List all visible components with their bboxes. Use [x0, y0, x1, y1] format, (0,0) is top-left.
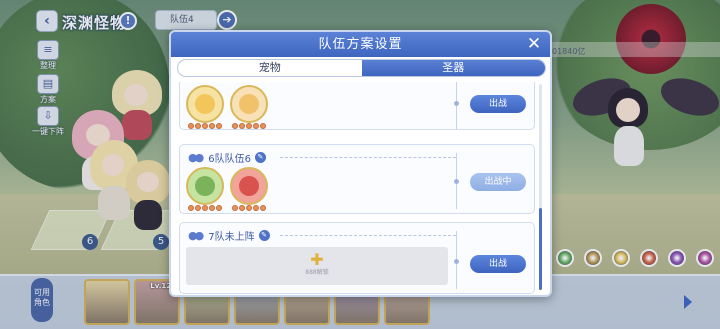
- team-card: ●● 7队未上阵 ✎ ✚ 888解锁 出战: [179, 222, 535, 294]
- team-card: ●● 6队队伍6 ✎ 出战中: [179, 144, 535, 214]
- relic-stars: [232, 123, 266, 130]
- dialog-title: 队伍方案设置: [171, 32, 550, 57]
- relic-stars: [188, 123, 222, 130]
- unlock-label: 888解锁: [305, 269, 329, 276]
- divider-dot: [454, 179, 459, 184]
- team-header: ●● 7队未上阵 ✎: [188, 228, 270, 243]
- deployed-button[interactable]: 出战中: [470, 173, 526, 191]
- relic-stars: [188, 205, 222, 212]
- deploy-button[interactable]: 出战: [470, 95, 526, 113]
- team-members-icon: ●●: [188, 150, 204, 164]
- winged-sun-relic-icon[interactable]: [230, 85, 268, 123]
- tab-relics[interactable]: 圣器: [361, 60, 545, 76]
- divider-dot: [454, 259, 459, 264]
- team-members-icon: ●●: [188, 228, 204, 242]
- dashed-divider: [280, 235, 456, 236]
- empty-relic-slot[interactable]: ✚ 888解锁: [186, 247, 448, 285]
- eye-relic-icon[interactable]: [186, 167, 224, 205]
- edit-icon[interactable]: ✎: [254, 151, 266, 163]
- team-name: 6队队伍6: [208, 153, 251, 165]
- relic-stars: [232, 205, 266, 212]
- team-name: 7队未上阵: [208, 231, 255, 243]
- divider-dot: [454, 101, 459, 106]
- holy-cross-relic-icon[interactable]: [186, 85, 224, 123]
- team-header: ●● 6队队伍6 ✎: [188, 150, 266, 165]
- team-preset-dialog: 队伍方案设置 ✕ 宠物 圣器 出战 ●● 6队队伍6 ✎ 出战中 ●● 7队未上…: [169, 30, 552, 297]
- dashed-divider: [280, 157, 456, 158]
- deploy-button[interactable]: 出战: [470, 255, 526, 273]
- team-card: 出战: [179, 82, 535, 130]
- edit-icon[interactable]: ✎: [258, 229, 270, 241]
- tab-bar: 宠物 圣器: [177, 59, 546, 77]
- dragon-claw-relic-icon[interactable]: [230, 167, 268, 205]
- tab-pets[interactable]: 宠物: [178, 60, 362, 76]
- scrollbar-thumb[interactable]: [539, 208, 542, 290]
- plus-icon: ✚: [310, 250, 324, 269]
- team-list[interactable]: 出战 ●● 6队队伍6 ✎ 出战中 ●● 7队未上阵 ✎ ✚ 888解锁 出战: [179, 82, 535, 295]
- close-icon[interactable]: ✕: [526, 36, 542, 53]
